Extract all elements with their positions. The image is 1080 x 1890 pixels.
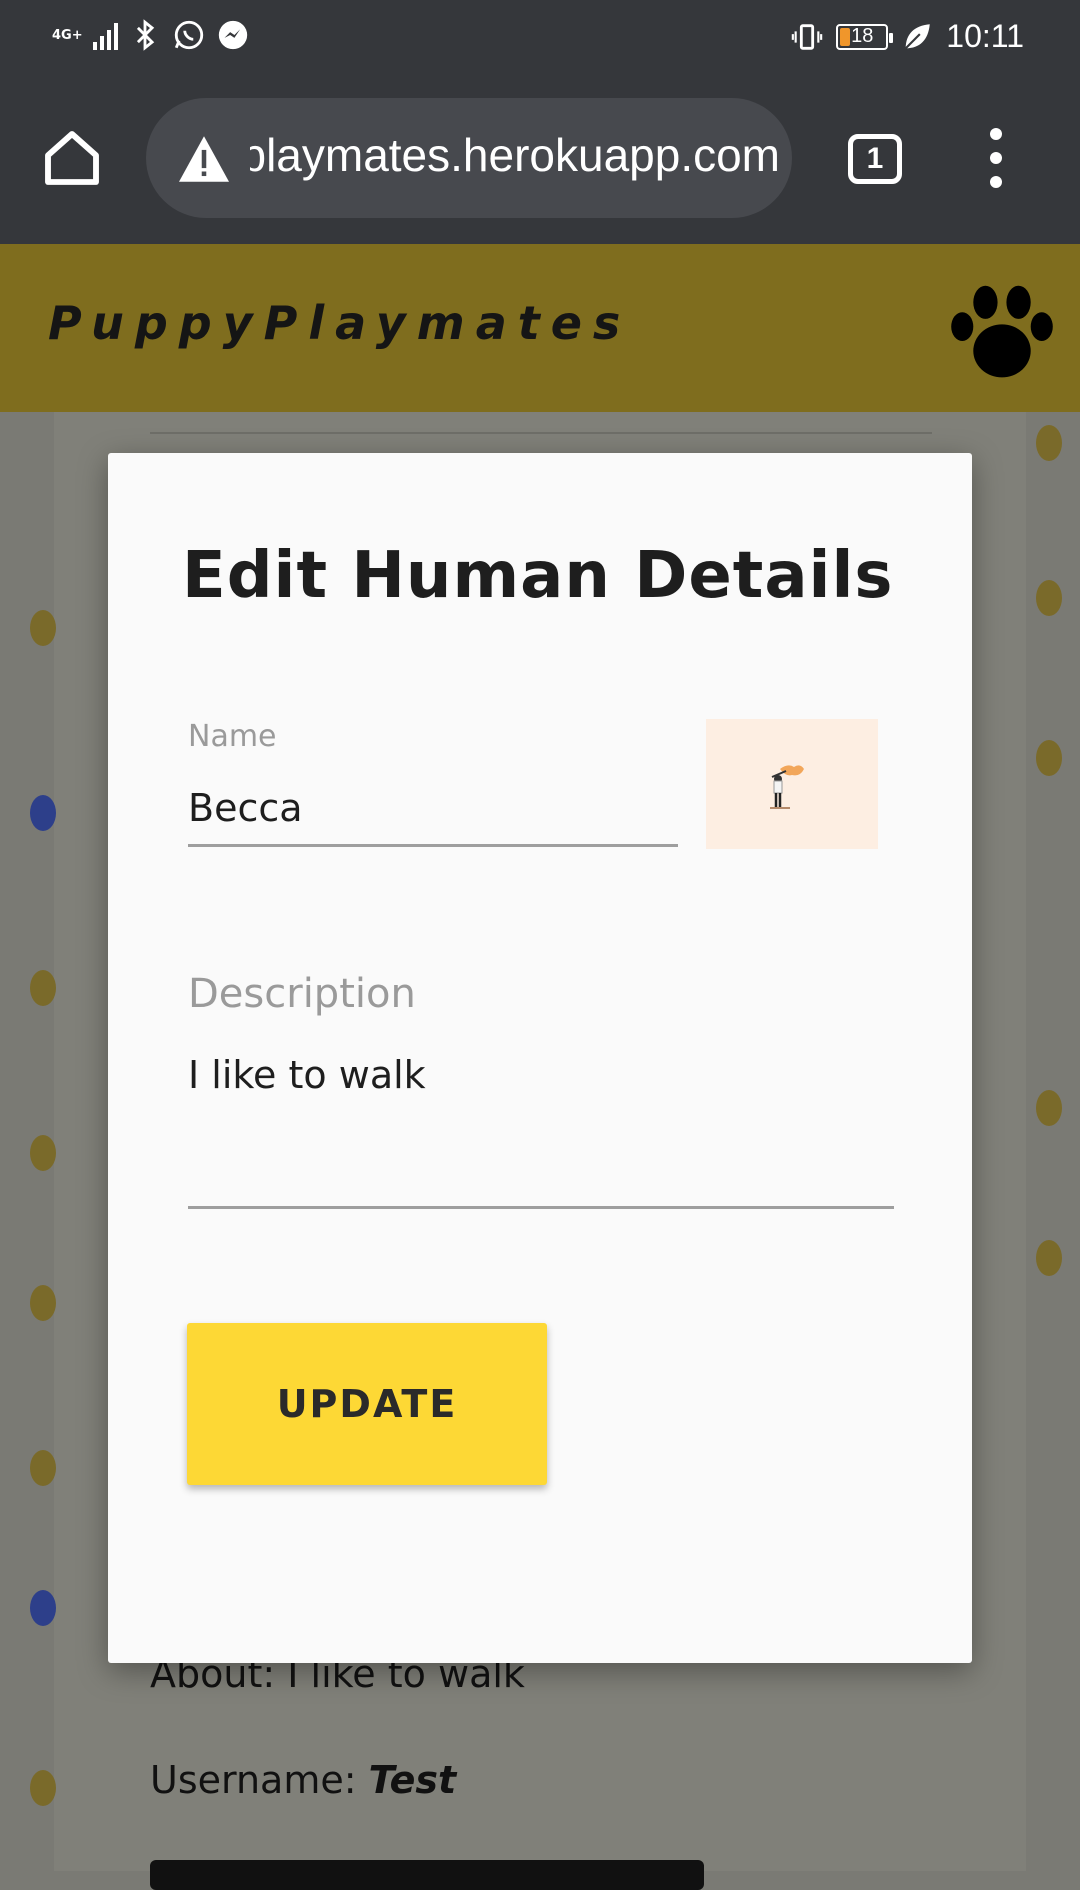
- home-icon[interactable]: [40, 126, 104, 190]
- paw-print-decoration: [30, 610, 56, 646]
- paw-print-decoration: [30, 1450, 56, 1486]
- vibrate-icon: [792, 23, 823, 50]
- paw-print-decoration: [30, 1590, 56, 1626]
- signal-icon: [92, 20, 118, 50]
- battery-level: 18: [851, 25, 874, 47]
- clock: 10:11: [946, 18, 1024, 54]
- name-label: Name: [188, 719, 277, 754]
- paw-print-decoration: [30, 795, 56, 831]
- url-bar[interactable]: puppyplaymates.herokuapp.com: [146, 98, 792, 218]
- edit-human-modal: Edit Human Details Name Description I li…: [108, 453, 972, 1663]
- status-bar: 4G+ 18 10:11: [0, 0, 1080, 76]
- paw-print-decoration: [1036, 1090, 1062, 1126]
- battery-icon: 18: [836, 23, 894, 50]
- status-right: 18 10:11: [790, 18, 1024, 55]
- paw-print-decoration: [1036, 1240, 1062, 1276]
- paw-print-decoration: [1036, 580, 1062, 616]
- update-button[interactable]: UPDATE: [187, 1323, 547, 1485]
- browser-toolbar: puppyplaymates.herokuapp.com 1: [0, 76, 1080, 244]
- app-header: PuppyPlaymates: [0, 244, 1080, 412]
- warning-icon[interactable]: [176, 134, 232, 184]
- modal-title: Edit Human Details: [182, 539, 894, 613]
- username-text: Username: Test: [150, 1758, 456, 1802]
- paw-icon: [951, 285, 1053, 378]
- url-text[interactable]: puppyplaymates.herokuapp.com: [250, 128, 780, 182]
- status-left: 4G+: [52, 18, 250, 52]
- messenger-icon: [218, 20, 247, 50]
- brand-logo[interactable]: PuppyPlaymates: [48, 296, 631, 350]
- paw-print-decoration: [1036, 740, 1062, 776]
- whatsapp-icon: [174, 20, 203, 50]
- background-button: [150, 1860, 704, 1890]
- network-type: 4G+: [52, 27, 83, 43]
- name-input[interactable]: [188, 771, 678, 847]
- paw-print-decoration: [30, 970, 56, 1006]
- username-value: Test: [368, 1758, 457, 1802]
- avatar: [706, 719, 878, 849]
- paw-print-decoration: [1036, 425, 1062, 461]
- leaf-icon: [905, 23, 931, 49]
- divider: [150, 432, 932, 434]
- paw-print-decoration: [30, 1285, 56, 1321]
- username-label: Username:: [150, 1758, 357, 1802]
- paw-print-decoration: [30, 1770, 56, 1806]
- bluetooth-icon: [136, 19, 154, 51]
- description-textarea[interactable]: I like to walk: [188, 1051, 894, 1209]
- paw-print-decoration: [30, 1135, 56, 1171]
- menu-dots-icon[interactable]: [982, 128, 1010, 188]
- tabs-button[interactable]: 1: [848, 134, 902, 184]
- description-label: Description: [188, 971, 416, 1017]
- tab-count: 1: [866, 142, 884, 175]
- avatar-illustration: [706, 719, 878, 849]
